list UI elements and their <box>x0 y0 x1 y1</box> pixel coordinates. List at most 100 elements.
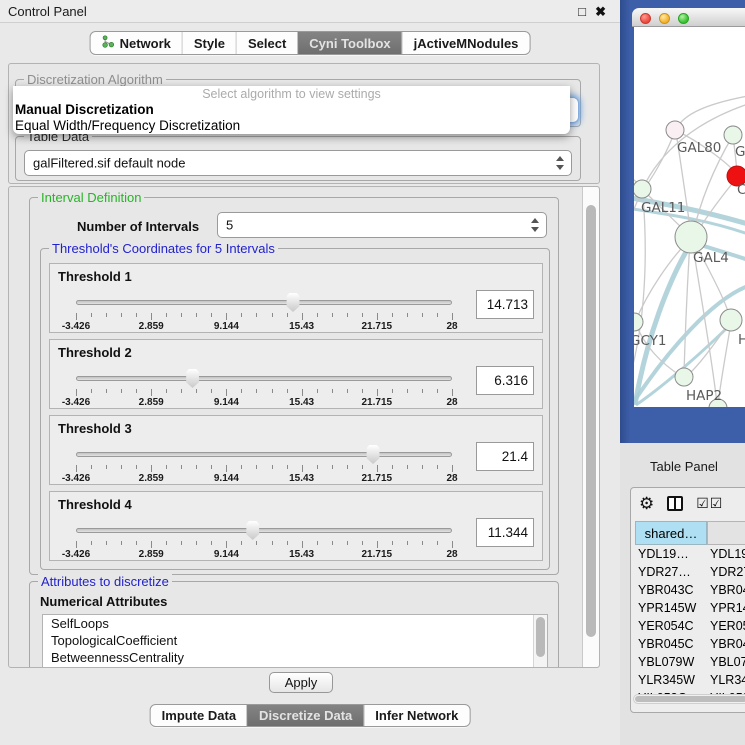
slider-track[interactable] <box>76 452 452 457</box>
table-cell[interactable]: YDR27 <box>707 563 745 581</box>
network-edge[interactable] <box>646 131 675 186</box>
gear-icon[interactable]: ⚙ <box>639 495 654 512</box>
algorithm-option[interactable]: Equal Width/Frequency Discretization <box>13 118 570 134</box>
tick-label: 28 <box>446 397 457 408</box>
table-row[interactable]: YPR145WYPR145W <box>635 599 745 617</box>
threshold-slider[interactable]: -3.4262.8599.14415.4321.71528 <box>76 368 452 404</box>
checkbox-pair-icon[interactable]: ☑☑ <box>696 496 723 510</box>
tab-jactivemnodules[interactable]: jActiveMNodules <box>402 32 530 54</box>
threshold-slider[interactable]: -3.4262.8599.14415.4321.71528 <box>76 520 452 556</box>
scrollbar-thumb[interactable] <box>536 617 545 657</box>
tab-select[interactable]: Select <box>236 32 297 54</box>
slider-track[interactable] <box>76 300 452 305</box>
attribute-list-item[interactable]: BetweennessCentrality <box>43 649 547 666</box>
table-cell[interactable]: YDR27… <box>635 563 707 581</box>
table-cell[interactable]: YPR145W <box>635 599 707 617</box>
settings-scrollbar[interactable] <box>582 187 599 667</box>
tick-mark <box>226 465 227 472</box>
tick-label: 2.859 <box>139 321 164 332</box>
settings-section: Interval Definition Number of Intervals … <box>8 186 600 668</box>
network-node[interactable] <box>675 368 693 386</box>
table-cell[interactable]: YBR045C <box>707 635 745 653</box>
table-data-value: galFiltered.sif default node <box>33 156 185 171</box>
table-data-combobox[interactable]: galFiltered.sif default node <box>24 150 572 176</box>
numerical-attributes-list[interactable]: SelfLoopsTopologicalCoefficientBetweenne… <box>42 614 548 668</box>
tab-cyni-toolbox[interactable]: Cyni Toolbox <box>297 32 401 54</box>
tick-mark <box>256 389 257 393</box>
table-cell[interactable]: YER054C <box>635 617 707 635</box>
table-cell[interactable]: YLR345W <box>635 671 707 689</box>
table-cell[interactable]: YBR045C <box>635 635 707 653</box>
algorithm-placeholder-option[interactable]: Select algorithm to view settings <box>13 86 570 102</box>
close-icon[interactable]: ✖ <box>595 4 606 20</box>
threshold-value-field[interactable]: 14.713 <box>476 290 534 319</box>
tick-mark <box>407 389 408 393</box>
slider-thumb[interactable] <box>185 369 201 388</box>
table-horizontal-scrollbar[interactable] <box>633 694 745 704</box>
network-window-titlebar[interactable] <box>632 8 745 27</box>
tab-discretize-data[interactable]: Discretize Data <box>247 705 363 726</box>
column-header[interactable]: name <box>707 521 745 545</box>
table-cell[interactable]: YDL19… <box>635 545 707 563</box>
close-traffic-light-icon[interactable] <box>640 13 651 24</box>
threshold-value-field[interactable]: 6.316 <box>476 366 534 395</box>
tick-mark <box>332 389 333 393</box>
zoom-traffic-light-icon[interactable] <box>678 13 689 24</box>
attribute-list-item[interactable]: SelfLoops <box>43 615 547 632</box>
tab-style[interactable]: Style <box>182 32 236 54</box>
table-row[interactable]: YDL19…YDL19 <box>635 545 745 563</box>
tab-network[interactable]: Network <box>91 32 182 54</box>
slider-thumb[interactable] <box>285 293 301 312</box>
network-node[interactable] <box>634 180 651 198</box>
table-cell[interactable]: YBL079W <box>635 653 707 671</box>
slider-thumb[interactable] <box>245 521 261 540</box>
threshold-slider[interactable]: -3.4262.8599.14415.4321.71528 <box>76 444 452 480</box>
slider-track[interactable] <box>76 528 452 533</box>
scrollbar-thumb[interactable] <box>635 696 745 702</box>
minimize-traffic-light-icon[interactable] <box>659 13 670 24</box>
attribute-list-item[interactable]: TopologicalCoefficient <box>43 632 547 649</box>
table-row[interactable]: YBR043CYBR043C <box>635 581 745 599</box>
table-row[interactable]: YER054CYER054C <box>635 617 745 635</box>
network-node[interactable] <box>720 309 742 331</box>
attributes-group-label: Attributes to discretize <box>38 574 172 589</box>
table-cell[interactable]: YPR145W <box>707 599 745 617</box>
tick-label: 21.715 <box>362 397 393 408</box>
table-cell[interactable]: YDL19 <box>707 545 745 563</box>
slider-thumb[interactable] <box>365 445 381 464</box>
network-node[interactable] <box>675 221 707 253</box>
column-header[interactable]: shared… <box>635 521 707 545</box>
tick-mark <box>181 313 182 317</box>
tick-mark <box>241 313 242 317</box>
number-of-intervals-combobox[interactable]: 5 <box>217 212 547 238</box>
column-layout-icon[interactable] <box>667 496 683 511</box>
float-icon[interactable]: □ <box>578 4 586 19</box>
table-row[interactable]: YLR345WYLR345W <box>635 671 745 689</box>
threshold-value-field[interactable]: 21.4 <box>476 442 534 471</box>
tab-infer-network[interactable]: Infer Network <box>363 705 469 726</box>
threshold-value-field[interactable]: 11.344 <box>476 518 534 547</box>
network-edge[interactable] <box>676 96 745 129</box>
table-cell[interactable]: YBR043C <box>707 581 745 599</box>
table-cell[interactable]: YBL079W <box>707 653 745 671</box>
table-cell[interactable]: YER054C <box>707 617 745 635</box>
network-canvas[interactable]: GAL80GALCGAL11GAL4GCY1HHAP2 <box>634 27 745 407</box>
table-row[interactable]: YBR045CYBR045C <box>635 635 745 653</box>
table-row[interactable]: YBL079WYBL079W <box>635 653 745 671</box>
apply-button[interactable]: Apply <box>269 672 333 693</box>
table-cell[interactable]: YLR345W <box>707 671 745 689</box>
scrollbar-thumb[interactable] <box>586 205 596 637</box>
network-node[interactable] <box>666 121 684 139</box>
tab-impute-data[interactable]: Impute Data <box>151 705 247 726</box>
tick-mark <box>76 465 77 472</box>
algorithm-option[interactable]: Manual Discretization <box>13 102 570 118</box>
network-node[interactable] <box>724 126 742 144</box>
network-graph[interactable]: GAL80GALCGAL11GAL4GCY1HHAP2 <box>634 27 745 407</box>
table-cell[interactable]: YBR043C <box>635 581 707 599</box>
network-edge[interactable] <box>684 240 690 374</box>
slider-track[interactable] <box>76 376 452 381</box>
table-toolbar: ⚙ ☑☑ <box>631 488 745 518</box>
threshold-slider[interactable]: -3.4262.8599.14415.4321.71528 <box>76 292 452 328</box>
table-row[interactable]: YDR27…YDR27 <box>635 563 745 581</box>
attributes-scrollbar[interactable] <box>533 615 547 668</box>
